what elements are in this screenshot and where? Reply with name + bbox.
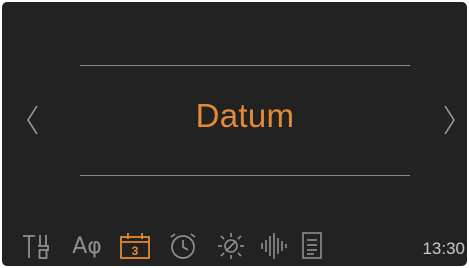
clock-icon[interactable]	[167, 233, 199, 259]
chevron-right-icon	[444, 105, 455, 135]
language-label: Aφ	[72, 233, 102, 259]
time-display: 13:30	[422, 239, 465, 258]
brightness-icon[interactable]	[215, 233, 247, 259]
previous-button[interactable]	[23, 102, 43, 138]
calendar-day: 3	[132, 244, 139, 258]
sound-icon[interactable]	[258, 233, 290, 259]
screen-title: Datum	[195, 97, 295, 134]
language-icon[interactable]: Aφ	[68, 233, 106, 259]
tools-icon[interactable]	[21, 233, 51, 259]
calendar-icon[interactable]: 3	[119, 233, 151, 259]
chevron-left-icon	[27, 105, 38, 135]
display-screen: Datum Aφ 3 13:30	[2, 2, 467, 266]
document-icon[interactable]	[299, 232, 325, 259]
divider-bottom	[80, 175, 410, 176]
divider-top	[80, 65, 410, 66]
next-button[interactable]	[439, 102, 459, 138]
menu-icon-bar: Aφ 3	[2, 228, 467, 266]
